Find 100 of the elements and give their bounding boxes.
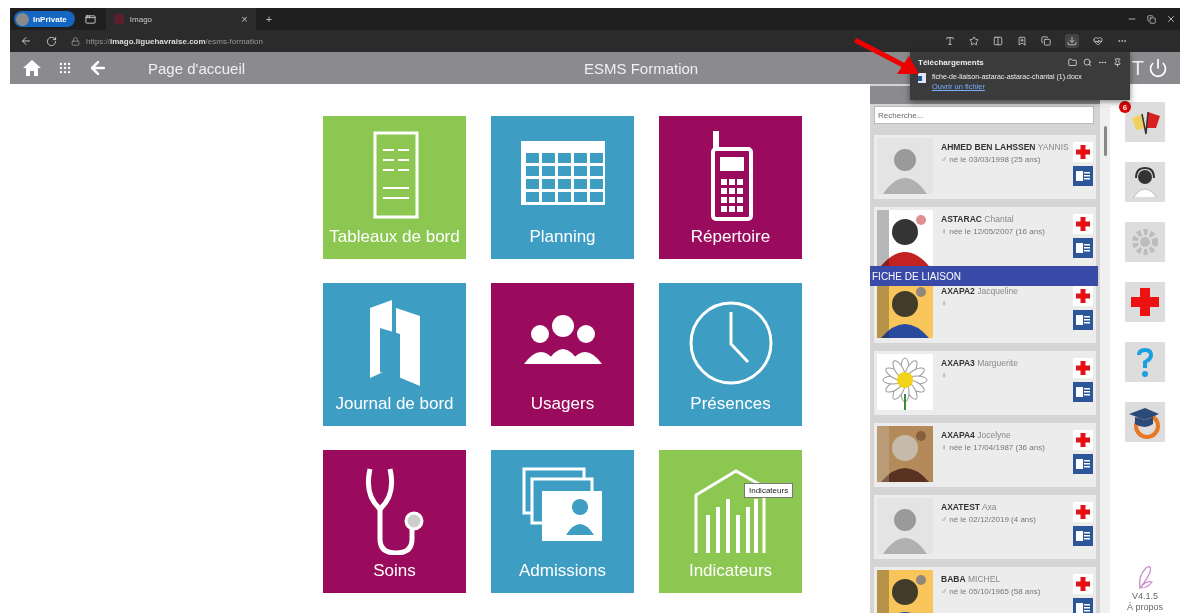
patient-birth: ♀ née le 17/04/1987 (36 ans) (941, 443, 1046, 452)
browser-tab[interactable]: Imago × (105, 8, 256, 30)
care-button[interactable] (1073, 358, 1093, 378)
document-icon (1076, 458, 1090, 470)
tile-label: Journal de bord (335, 394, 454, 414)
care-button[interactable] (1073, 214, 1093, 234)
tooltip: Indicateurs (744, 483, 794, 498)
patient-name: AXAPA4 Jocelyne (941, 430, 1012, 440)
document-icon (1076, 602, 1090, 613)
profile-button[interactable]: InPrivate (14, 11, 75, 27)
medical-cross-icon (1075, 360, 1091, 376)
notification-badge: 6 (1119, 101, 1131, 113)
side-tool-button[interactable] (1125, 162, 1165, 202)
patient-birth: ♀ née le 12/05/2007 (16 ans) (941, 227, 1046, 236)
pin-icon[interactable] (1113, 58, 1122, 67)
avatar-silhouette (877, 138, 933, 194)
search-icon[interactable] (1083, 58, 1092, 67)
tile-label: Soins (373, 561, 416, 581)
medical-cross-icon (1075, 504, 1091, 520)
menu-tile[interactable]: Usagers (491, 283, 634, 426)
tile-label: Répertoire (690, 227, 771, 247)
menu-tile[interactable]: Répertoire (659, 116, 802, 259)
tab-actions-icon[interactable] (84, 13, 96, 25)
patient-card[interactable]: AXAPA3 Marguerite ♀ (874, 351, 1096, 415)
lock-icon (71, 36, 80, 46)
version-text: V4.1.5 (1132, 591, 1158, 601)
headset-user-icon (1130, 166, 1160, 198)
user-initial: T (1131, 56, 1144, 80)
patient-name: ASTARAC Chantal (941, 214, 1015, 224)
word-document-button[interactable] (1073, 166, 1093, 186)
downloads-button[interactable] (1065, 34, 1079, 48)
patient-card[interactable]: BABA MICHEL ♂ né le 05/10/1965 (58 ans) (874, 567, 1096, 613)
medical-cross-icon (1075, 144, 1091, 160)
first-aid-icon (1129, 286, 1161, 318)
care-button[interactable] (1073, 502, 1093, 522)
medical-cross-icon (1075, 216, 1091, 232)
back-icon[interactable] (20, 35, 32, 47)
document-icon (918, 73, 926, 83)
about-link[interactable]: À propos (1127, 602, 1163, 612)
patient-name: BABA MICHEL (941, 574, 1002, 584)
care-button[interactable] (1073, 142, 1093, 162)
flower-icon (877, 354, 933, 410)
document-icon (1076, 314, 1090, 326)
medical-cross-icon (1075, 576, 1091, 592)
word-document-button[interactable] (1073, 598, 1093, 613)
word-document-button[interactable] (1073, 526, 1093, 546)
word-document-button[interactable] (1073, 238, 1093, 258)
patient-card[interactable]: AXATEST Axa ♂ né le 02/12/2019 (4 ans) (874, 495, 1096, 559)
medical-cross-icon (1075, 432, 1091, 448)
word-document-button[interactable] (1073, 310, 1093, 330)
word-document-button[interactable] (1073, 454, 1093, 474)
patient-card[interactable]: AXAPA4 Jocelyne ♀ née le 17/04/1987 (36 ans) (874, 423, 1096, 487)
tile-label: Usagers (530, 394, 595, 414)
avatar-silhouette (877, 498, 933, 554)
patient-name: AXAPA3 Marguerite (941, 358, 1019, 368)
menu-tile[interactable]: Soins (323, 450, 466, 593)
document-icon (1076, 386, 1090, 398)
care-button[interactable] (1073, 286, 1093, 306)
document-icon (1076, 170, 1090, 182)
app-title: ESMS Formation (584, 59, 699, 77)
settings-icon (1130, 227, 1160, 257)
url-text: https://imago.liguehavraise.com/esms-formation (86, 36, 263, 46)
document-icon (1076, 242, 1090, 254)
page-title: Page d'accueil (148, 59, 247, 77)
menu-tile[interactable]: Indicateurs Indicateurs (659, 450, 802, 593)
patient-birth: ♀ (941, 299, 948, 308)
collections-icon[interactable] (1041, 36, 1051, 46)
word-document-button[interactable] (1073, 382, 1093, 402)
tile-label: Tableaux de bord (329, 227, 460, 247)
patient-name: AXATEST Axa (941, 502, 998, 512)
more-icon[interactable] (1098, 58, 1107, 67)
power-icon[interactable] (1148, 58, 1168, 78)
favorite-star-icon[interactable] (969, 36, 979, 46)
side-tool-button[interactable] (1125, 102, 1165, 142)
new-tab-button[interactable]: + (265, 13, 273, 25)
side-tool-button[interactable] (1125, 402, 1165, 442)
restore-icon[interactable] (1147, 14, 1156, 24)
liaison-menu[interactable]: FICHE DE LIAISON (870, 266, 1098, 286)
patient-card[interactable]: AHMED BEN LAHSSEN YANNIS ♂ né le 03/03/1998 (25 ans) (874, 135, 1096, 199)
health-icon[interactable] (1093, 36, 1103, 46)
close-tab-button[interactable]: × (241, 13, 248, 25)
apps-grid-icon[interactable] (58, 61, 72, 75)
care-button[interactable] (1073, 574, 1093, 594)
tile-label: Planning (529, 227, 596, 247)
patient-birth: ♂ né le 02/12/2019 (4 ans) (941, 515, 1037, 524)
care-button[interactable] (1073, 430, 1093, 450)
split-screen-icon[interactable] (993, 36, 1003, 46)
home-icon[interactable] (22, 59, 42, 77)
search-field[interactable]: Recherche... (874, 106, 1094, 124)
favorites-icon[interactable] (1017, 36, 1027, 46)
patient-birth: ♂ né le 05/10/1965 (58 ans) (941, 587, 1042, 596)
refresh-icon[interactable] (46, 35, 57, 47)
downloads-title: Téléchargements (918, 58, 985, 67)
folder-icon[interactable] (1068, 58, 1077, 67)
close-icon[interactable] (1166, 14, 1176, 24)
patient-name: AXAPA2 Jacqueline (941, 286, 1019, 296)
tile-label: Indicateurs (688, 561, 773, 581)
tile-label: Présences (690, 394, 771, 414)
patient-birth: ♀ (941, 371, 948, 380)
medical-cross-icon (1075, 288, 1091, 304)
